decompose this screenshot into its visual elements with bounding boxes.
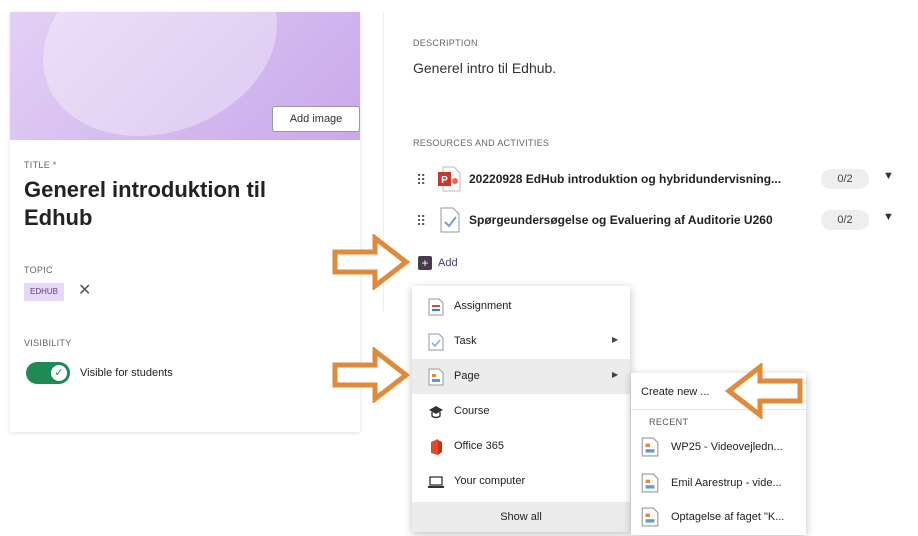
visibility-label: VISIBILITY: [24, 338, 72, 348]
recent-page-item[interactable]: Optagelse af faget "K...: [641, 503, 801, 533]
menu-item-label: Assignment: [454, 300, 512, 312]
chevron-right-icon: ▶: [612, 370, 619, 379]
task-icon: [428, 333, 444, 351]
recent-page-item[interactable]: WP25 - Videovejledn...: [641, 433, 801, 463]
drag-handle-icon[interactable]: ⠿: [416, 172, 426, 189]
completion-badge: 0/2: [821, 169, 869, 189]
menu-item-label: Task: [454, 335, 477, 347]
add-label: Add: [438, 256, 458, 269]
drag-handle-icon[interactable]: ⠿: [416, 213, 426, 230]
menu-item-assignment[interactable]: Assignment: [412, 289, 630, 324]
menu-item-your-computer[interactable]: Your computer: [412, 464, 630, 499]
assignment-icon: [428, 298, 444, 316]
check-icon: ✓: [51, 365, 67, 381]
description-label: DESCRIPTION: [413, 38, 478, 48]
svg-text:P: P: [441, 175, 448, 186]
description-text[interactable]: Generel intro til Edhub.: [413, 60, 556, 76]
page-icon: [641, 473, 659, 493]
add-button[interactable]: + Add: [418, 254, 458, 272]
annotation-arrow-left: [725, 363, 803, 419]
cover-image: Add image: [10, 12, 360, 140]
visibility-text: Visible for students: [80, 367, 173, 379]
topic-label: TOPIC: [24, 265, 53, 275]
resource-name[interactable]: 20220928 EdHub introduktion og hybridund…: [469, 172, 781, 186]
chevron-right-icon: ▶: [612, 335, 619, 344]
resources-label: RESOURCES AND ACTIVITIES: [413, 138, 550, 148]
recent-page-label: Emil Aarestrup - vide...: [671, 477, 782, 489]
computer-icon: [428, 476, 444, 488]
recent-page-label: Optagelse af faget "K...: [671, 511, 785, 523]
title-label: TITLE *: [24, 160, 57, 170]
menu-item-label: Office 365: [454, 440, 504, 452]
create-new-page-item[interactable]: Create new ...: [641, 386, 709, 398]
recent-page-label: WP25 - Videovejledn...: [671, 441, 783, 453]
page-icon: [641, 437, 659, 457]
course-icon: [429, 406, 443, 419]
annotation-arrow-right: [332, 234, 410, 290]
chevron-down-icon[interactable]: ▼: [883, 170, 894, 182]
menu-item-label: Page: [454, 370, 480, 382]
visibility-toggle[interactable]: ✓: [26, 362, 70, 384]
chevron-down-icon[interactable]: ▼: [883, 211, 894, 223]
show-all-button[interactable]: Show all: [412, 502, 630, 532]
add-image-button[interactable]: Add image: [272, 106, 360, 132]
menu-item-label: Your computer: [454, 475, 526, 487]
resource-row[interactable]: ⠿ Spørgeundersøgelse og Evaluering af Au…: [413, 205, 903, 237]
resource-name[interactable]: Spørgeundersøgelse og Evaluering af Audi…: [469, 213, 773, 227]
recent-label: RECENT: [649, 417, 689, 427]
content-card: [383, 12, 918, 312]
office365-icon: [431, 439, 442, 455]
menu-item-label: Course: [454, 405, 490, 417]
remove-topic-icon[interactable]: ✕: [78, 282, 91, 300]
add-menu: Assignment Task ▶ Page ▶ Course Office 3…: [412, 286, 630, 532]
menu-item-office365[interactable]: Office 365: [412, 429, 630, 464]
resource-row[interactable]: ⠿ P 20220928 EdHub introduktion og hybri…: [413, 164, 903, 196]
menu-item-course[interactable]: Course: [412, 394, 630, 429]
completion-badge: 0/2: [821, 210, 869, 230]
powerpoint-file-icon: P: [438, 166, 461, 192]
page-icon: [641, 507, 659, 527]
recent-page-item[interactable]: Emil Aarestrup - vide...: [641, 469, 801, 499]
title-value[interactable]: Generel introduktion til Edhub: [24, 176, 324, 232]
cover-decoration: [16, 12, 304, 140]
page-icon: [428, 368, 444, 386]
survey-icon: [440, 207, 460, 233]
topic-chip: EDHUB: [24, 283, 65, 301]
menu-item-page[interactable]: Page ▶: [412, 359, 630, 394]
plus-icon: +: [418, 255, 432, 270]
annotation-arrow-right: [332, 347, 410, 403]
menu-item-task[interactable]: Task ▶: [412, 324, 630, 359]
